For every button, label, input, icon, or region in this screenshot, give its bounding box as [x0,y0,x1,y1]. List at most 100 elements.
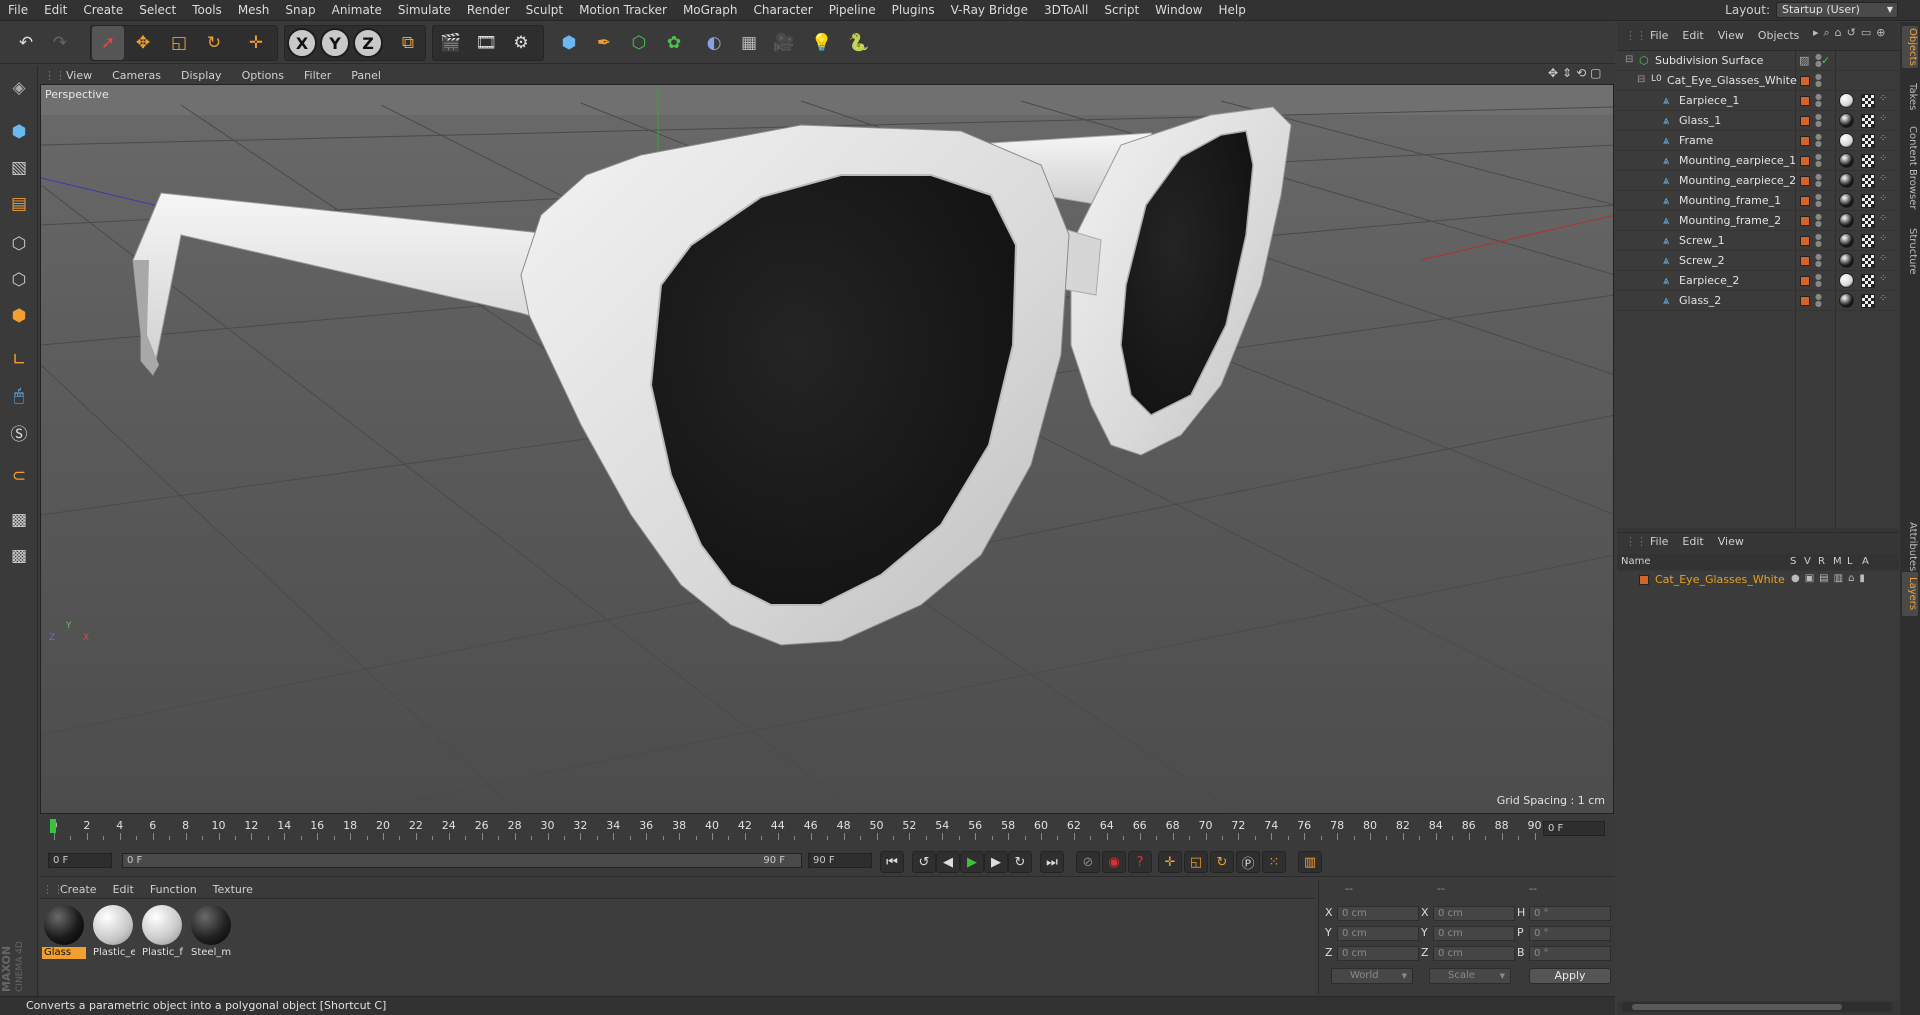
phong-tag-icon[interactable]: ⁘ [1879,173,1887,184]
side-tab[interactable]: Takes [1902,80,1918,114]
layer-column-header[interactable]: R [1818,556,1825,567]
object-name[interactable]: Mounting_frame_2 [1679,214,1781,227]
object-menu-item[interactable]: View [1711,29,1751,42]
visibility-dots-icon[interactable]: ● ● [1815,93,1822,108]
rotation-field[interactable]: 0 ° [1529,946,1611,961]
phong-tag-icon[interactable]: ⁘ [1879,213,1887,224]
object-name[interactable]: Mounting_earpiece_1 [1679,154,1796,167]
side-tab[interactable]: Content Browser [1902,120,1918,216]
material-menu-item[interactable]: Edit [105,883,142,896]
rotation-field[interactable]: 0 ° [1529,926,1611,941]
menu-item[interactable]: Plugins [884,0,943,21]
object-name[interactable]: Earpiece_2 [1679,274,1739,287]
make-editable-icon[interactable]: ◈ [3,72,35,104]
python-icon[interactable]: 🐍 [843,26,875,60]
object-name[interactable]: Subdivision Surface [1655,54,1763,67]
texture-mode-icon[interactable]: ▧ [3,152,35,184]
layer-color-swatch[interactable] [1800,196,1810,206]
viewport-menu-item[interactable]: Filter [294,69,341,82]
object-row[interactable]: ⩓ Screw_2 ● ● ⁘ [1617,251,1899,271]
go-to-start-icon[interactable]: ⏮ [880,851,904,873]
camera-icon[interactable]: 🎥 [768,26,800,60]
uvw-tag-icon[interactable] [1861,134,1875,148]
layer-color-swatch[interactable] [1800,116,1810,126]
material-menu-item[interactable]: Function [142,883,205,896]
phong-tag-icon[interactable]: ⁘ [1879,293,1887,304]
size-field[interactable]: 0 cm [1433,906,1515,921]
end-frame-field[interactable]: 90 F [808,853,872,868]
menu-item[interactable]: 3DToAll [1036,0,1096,21]
menu-item[interactable]: Simulate [390,0,459,21]
key-selection-icon[interactable]: ? [1128,851,1152,873]
rotation-field[interactable]: 0 ° [1529,906,1611,921]
key-position-icon[interactable]: ✛ [1158,851,1182,873]
move-icon[interactable]: ✥ [127,26,159,60]
layout-select[interactable]: Startup (User) ▼ [1776,2,1898,18]
layer-name[interactable]: Cat_Eye_Glasses_White [1655,573,1785,586]
object-name[interactable]: Cat_Eye_Glasses_White [1667,74,1797,87]
object-row[interactable]: ⩓ Glass_2 ● ● ⁘ [1617,291,1899,311]
position-field[interactable]: 0 cm [1337,906,1419,921]
uvw-tag-icon[interactable] [1861,254,1875,268]
key-rotation-icon[interactable]: ↻ [1210,851,1234,873]
layer-column-header[interactable]: V [1804,556,1811,567]
start-frame-field[interactable]: 0 F [48,853,112,868]
material-tag-icon[interactable] [1839,293,1854,308]
phong-tag-icon[interactable]: ⁘ [1879,113,1887,124]
object-name[interactable]: Frame [1679,134,1713,147]
next-key-icon[interactable]: ↻ [1008,851,1032,873]
menu-item[interactable]: Edit [36,0,75,21]
phong-tag-icon[interactable]: ⁘ [1879,193,1887,204]
layer-menu-item[interactable]: Edit [1675,535,1710,548]
material-swatch[interactable]: Plastic_f [140,904,184,961]
go-to-end-icon[interactable]: ⏭ [1040,851,1064,873]
phong-tag-icon[interactable]: ⁘ [1879,253,1887,264]
side-tab[interactable]: Layers [1902,572,1918,616]
collapse-icon[interactable]: ⊟ [1625,54,1633,65]
phong-tag-icon[interactable]: ⁘ [1879,233,1887,244]
viewport-menu-item[interactable]: Panel [341,69,391,82]
viewport-menu-item[interactable]: Display [171,69,232,82]
object-row[interactable]: ⩓ Screw_1 ● ● ⁘ [1617,231,1899,251]
object-name[interactable]: Mounting_frame_1 [1679,194,1781,207]
material-swatch[interactable]: Glass [42,904,86,961]
polygons-mode-icon[interactable]: ⬢ [3,300,35,332]
material-swatch[interactable]: Plastic_e [91,904,135,961]
key-scale-icon[interactable]: ◱ [1184,851,1208,873]
layer-color-swatch[interactable] [1800,276,1810,286]
menu-item[interactable]: Pipeline [821,0,884,21]
object-name[interactable]: Screw_1 [1679,234,1725,247]
uvw-tag-icon[interactable] [1861,214,1875,228]
points-mode-icon[interactable]: ⬡ [3,228,35,260]
menu-item[interactable]: Snap [277,0,323,21]
x-axis-lock[interactable]: X [287,28,317,58]
edges-mode-icon[interactable]: ⬡ [3,264,35,296]
object-row[interactable]: ⩓ Earpiece_2 ● ● ⁘ [1617,271,1899,291]
layer-column-header[interactable]: S [1790,556,1796,567]
autokey-icon[interactable]: ◉ [1102,851,1126,873]
menu-item[interactable]: Mesh [230,0,278,21]
object-menu-item[interactable]: Edit [1675,29,1710,42]
live-selection-icon[interactable]: ➚ [92,26,124,60]
size-field[interactable]: 0 cm [1433,946,1515,961]
visibility-dots-icon[interactable]: ● ● [1815,253,1822,268]
menu-item[interactable]: Animate [324,0,390,21]
play-icon[interactable]: ▶ [960,851,984,873]
layer-row[interactable]: Cat_Eye_Glasses_White ●▣▤▥⌂▮ [1617,571,1899,589]
planar-workplane-icon[interactable]: ▩ [3,540,35,572]
render-settings-icon[interactable]: ⚙ [505,26,537,60]
material-tag-icon[interactable] [1839,93,1854,108]
uvw-tag-icon[interactable] [1861,114,1875,128]
object-row[interactable]: ⩓ Frame ● ● ⁘ [1617,131,1899,151]
layer-toggle-icons[interactable]: ●▣▤▥⌂▮ [1791,573,1870,584]
object-row[interactable]: ⩓ Mounting_frame_1 ● ● ⁘ [1617,191,1899,211]
layer-toggle-icon[interactable]: ▨ [1799,54,1809,67]
layer-color-swatch[interactable] [1800,236,1810,246]
menu-item[interactable]: MoGraph [675,0,746,21]
object-menu-item[interactable]: File [1643,29,1675,42]
uvw-tag-icon[interactable] [1861,194,1875,208]
uvw-tag-icon[interactable] [1861,294,1875,308]
layer-color-swatch[interactable] [1800,216,1810,226]
visibility-dots-icon[interactable]: ● ● [1815,213,1822,228]
layer-color-swatch[interactable] [1800,156,1810,166]
